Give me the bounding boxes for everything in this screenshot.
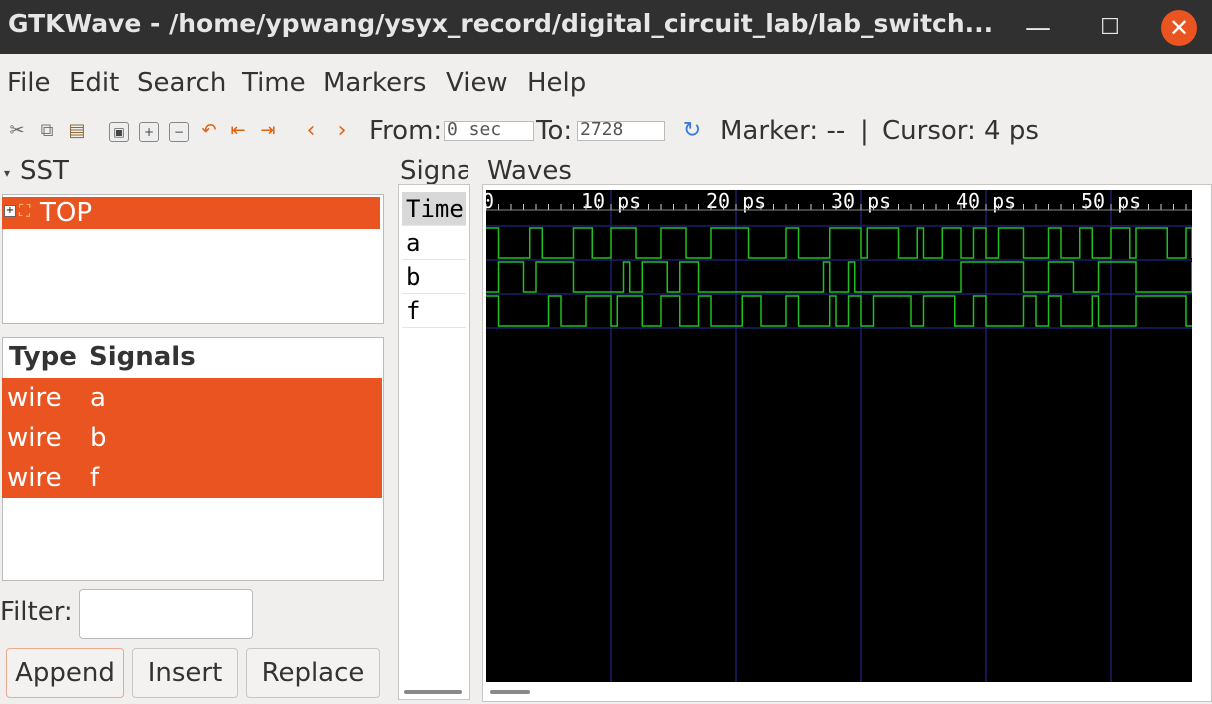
signal-name: a [90,383,106,413]
signals-scrollbar[interactable] [404,690,462,694]
signal-row-a[interactable]: a [402,226,466,260]
signal-row-f[interactable]: f [402,294,466,328]
waves-scrollbar[interactable] [490,690,530,694]
signal-type: wire [7,383,62,413]
signal-name: f [90,463,100,493]
expander-icon[interactable]: + [4,205,16,217]
cursor-text: Cursor: 4 ps [882,116,1039,146]
undo-zoom-icon[interactable]: ↶ [198,120,220,142]
window-title: GTKWave - /home/ypwang/ysyx_record/digit… [8,9,994,38]
column-header-signals[interactable]: Signals [89,342,196,372]
menu-search[interactable]: Search [137,68,226,98]
signal-row-b[interactable]: b [402,260,466,294]
zoom-to-start-icon[interactable]: ⇤ [227,120,249,142]
menu-time[interactable]: Time [242,68,306,98]
waves-label: Waves [487,156,572,186]
to-label: To: [536,116,573,146]
filter-input[interactable] [79,589,253,639]
column-header-type[interactable]: Type [9,342,77,372]
signal-row[interactable]: wire f [2,458,382,498]
signals-pane-label: Signa [400,156,468,186]
maximize-button[interactable]: ☐ [1092,10,1128,46]
menu-file[interactable]: File [7,68,51,98]
signal-type: wire [7,423,62,453]
next-edge-icon[interactable]: › [331,120,353,142]
signal-type: wire [7,463,62,493]
close-button[interactable]: ✕ [1161,10,1197,46]
hierarchy-icon: ⛶ [19,203,31,220]
menu-edit[interactable]: Edit [69,68,119,98]
zoom-in-icon[interactable]: + [139,122,159,142]
menu-view[interactable]: View [446,68,508,98]
filter-label: Filter: [0,597,73,627]
prev-edge-icon[interactable]: ‹ [300,120,322,142]
zoom-to-end-icon[interactable]: ⇥ [257,120,279,142]
minimize-button[interactable]: — [1020,10,1056,46]
from-label: From: [369,116,443,146]
copy-icon[interactable]: ⧉ [36,120,58,142]
replace-button[interactable]: Replace [246,648,380,698]
insert-button[interactable]: Insert [132,648,238,698]
sst-label: SST [20,156,69,186]
sst-collapse-icon[interactable]: ▾ [4,166,10,180]
reload-icon[interactable]: ↻ [681,120,703,142]
from-field[interactable]: 0 sec [444,121,534,141]
signal-row-time[interactable]: Time [402,192,466,226]
cut-icon[interactable]: ✂ [6,120,28,142]
to-field[interactable]: 2728 [577,121,665,141]
menu-bar: File Edit Search Time Markers View Help [0,62,1212,106]
tree-node-label: TOP [40,198,93,228]
signal-row[interactable]: wire a [2,378,382,418]
menu-markers[interactable]: Markers [323,68,426,98]
tree-node-top[interactable]: + ⛶ TOP [2,197,380,229]
signal-row[interactable]: wire b [2,418,382,458]
menu-help[interactable]: Help [527,68,586,98]
append-button[interactable]: Append [6,648,124,698]
waves-background [486,190,1192,682]
zoom-out-icon[interactable]: − [169,122,189,142]
marker-text: Marker: -- [720,116,846,146]
zoom-fit-icon[interactable]: ▣ [109,122,129,142]
toolbar-separator: | [860,116,869,146]
waveform-canvas[interactable]: 0 10 ps 20 ps 30 ps 40 ps 50 ps [486,190,1192,682]
paste-icon[interactable]: ▤ [66,120,88,142]
signal-name: b [90,423,107,453]
